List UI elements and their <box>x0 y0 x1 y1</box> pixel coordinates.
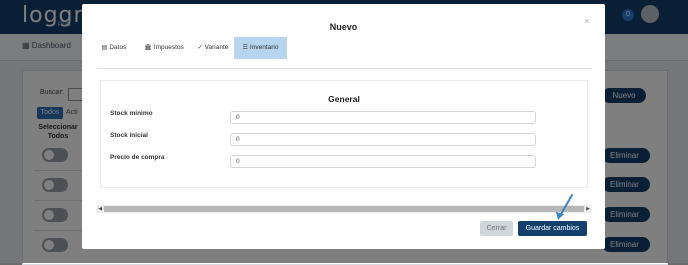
close-button[interactable]: Cerrar <box>480 221 513 236</box>
stock-min-label: Stock mínimo <box>110 110 153 117</box>
save-changes-button[interactable]: Guardar cambios <box>518 221 587 236</box>
tab-label: Datos <box>109 44 127 51</box>
stock-initial-label: Stock inicial <box>110 132 148 139</box>
tab-variante[interactable]: ✓ Variante <box>193 37 233 59</box>
scrollbar-thumb[interactable] <box>104 206 584 212</box>
tab-datos[interactable]: ▤ Datos <box>97 37 131 59</box>
general-section: General Stock mínimo Stock inicial Preci… <box>100 80 588 188</box>
list-icon: ☰ <box>242 45 248 51</box>
tab-impuestos[interactable]: 🏛 Impuestos <box>139 37 189 59</box>
new-item-modal: Nuevo × ▤ Datos 🏛 Impuestos ✓ Variante ☰ Inv… <box>82 4 605 249</box>
close-icon[interactable]: × <box>584 16 589 26</box>
tab-label: Inventario <box>249 44 279 51</box>
bank-icon: 🏛 <box>144 45 152 51</box>
purchase-price-label: Precio de compra <box>110 154 165 161</box>
tab-inventario[interactable]: ☰ Inventario <box>234 37 287 59</box>
document-icon: ▤ <box>101 45 108 51</box>
horizontal-scrollbar[interactable]: ◀ ▶ <box>96 205 592 213</box>
modal-title: Nuevo <box>329 22 358 32</box>
tab-label: Impuestos <box>153 44 184 51</box>
purchase-price-input[interactable] <box>230 155 536 168</box>
section-title: General <box>328 94 360 104</box>
scroll-right-icon[interactable]: ▶ <box>584 205 592 213</box>
stock-min-input[interactable] <box>230 111 536 124</box>
check-icon: ✓ <box>197 45 203 51</box>
stock-initial-input[interactable] <box>230 133 536 146</box>
tab-label: Variante <box>204 44 229 51</box>
tab-divider <box>97 68 592 69</box>
scroll-left-icon[interactable]: ◀ <box>96 205 104 213</box>
